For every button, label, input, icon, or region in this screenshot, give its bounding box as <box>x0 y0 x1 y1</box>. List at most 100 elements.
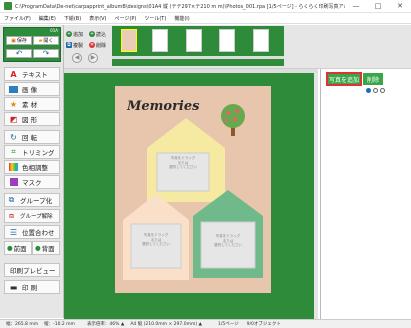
redo-button[interactable]: ↷ <box>33 49 59 58</box>
menu-function[interactable]: 機能(I) <box>170 15 193 22</box>
printer-icon: ▬ <box>9 282 18 292</box>
print-preview-button[interactable]: 印刷プレビュー <box>4 263 60 277</box>
arrow-right-icon: ▶ <box>90 54 96 61</box>
copy-page-label: 複製 <box>73 42 84 49</box>
front-label: 前面 <box>13 245 27 253</box>
text-tool-label: テキスト <box>22 71 48 79</box>
copy-page-button[interactable]: ⧉ 複製 <box>66 41 83 49</box>
status-width: 幅：265.8 mm <box>6 322 39 327</box>
print-label: 印 刷 <box>22 284 38 292</box>
copy-icon: ⧉ <box>66 42 72 48</box>
next-page-button[interactable]: ▶ <box>88 53 98 63</box>
mask-tool-label: マスク <box>22 179 42 187</box>
page-thumbnail[interactable] <box>253 29 269 52</box>
placeholder-line: 選択してください <box>142 242 170 246</box>
undo-button[interactable]: ↶ <box>6 49 32 58</box>
view-options <box>366 88 385 93</box>
text-tool-button[interactable]: A テキスト <box>4 67 60 81</box>
radio-option[interactable] <box>380 88 385 93</box>
print-preview-label: 印刷プレビュー <box>10 267 56 275</box>
page-thumbnail[interactable] <box>121 29 137 52</box>
open-button[interactable]: ▰ 開く <box>33 36 59 45</box>
page-thumbnail[interactable] <box>152 29 168 52</box>
radio-option[interactable] <box>366 88 371 93</box>
color-adjust-button[interactable]: 色相調整 <box>4 160 60 174</box>
delete-icon: ✕ <box>89 42 95 48</box>
material-tool-button[interactable]: ★ 素 材 <box>4 97 60 111</box>
align-button[interactable]: ☰ 位置合わせ <box>4 225 60 239</box>
status-objects: 9/0オブジェクト <box>246 322 281 327</box>
text-icon: A <box>10 69 17 79</box>
menu-file[interactable]: ファイル(F) <box>0 15 35 22</box>
delete-page-label: 削除 <box>96 42 107 49</box>
trim-tool-button[interactable]: ⌗ トリミング <box>4 145 60 159</box>
status-page: 1/5ページ <box>217 322 239 327</box>
minimize-button[interactable]: — <box>345 2 367 10</box>
image-tool-label: 画 像 <box>22 86 38 94</box>
prev-page-button[interactable]: ◀ <box>72 53 82 63</box>
send-back-button[interactable]: ● 背面 <box>32 241 60 255</box>
group-label: グループ化 <box>20 197 53 205</box>
page-thumbnail-strip <box>112 26 284 66</box>
back-icon: ● <box>35 244 41 252</box>
add-page-button[interactable]: + 追加 <box>66 30 83 38</box>
folder-icon: ▰ <box>38 37 43 44</box>
status-paper[interactable]: A4 縦 (210.0mm × 297.0mm) ▲ <box>130 321 202 327</box>
window-title: C:\ProgramData\De-net\carpapprint_albumB… <box>15 3 345 10</box>
save-icon: ▣ <box>11 37 16 44</box>
back-label: 背面 <box>41 245 55 253</box>
color-icon <box>9 163 18 172</box>
status-bar: 幅：265.8 mm 縦：-10.2 mm 表示倍率：46% ▲ A4 縦 (2… <box>0 319 411 328</box>
menu-view[interactable]: 表示(V) <box>85 15 110 22</box>
mask-icon <box>9 178 18 187</box>
ungroup-button[interactable]: ⧈ グループ解除 <box>4 209 60 223</box>
ungroup-label: グループ解除 <box>20 214 53 220</box>
save-label: 保存 <box>16 38 27 44</box>
mask-tool-button[interactable]: マスク <box>4 175 60 189</box>
thumbnail-scrollbar[interactable] <box>112 56 284 59</box>
radio-option[interactable] <box>373 88 378 93</box>
add-photo-button[interactable]: 写真を追加 <box>326 72 362 86</box>
horizontal-ruler <box>64 69 318 73</box>
delete-photo-button[interactable]: 削除 <box>363 73 383 85</box>
shape-tool-button[interactable]: ◩ 図 形 <box>4 112 60 126</box>
page-title[interactable]: Memories <box>127 99 199 114</box>
arrow-left-icon: ◀ <box>74 54 80 61</box>
photo-placeholder-2[interactable]: 写真をドラッグ または 選択してください <box>131 233 181 247</box>
front-icon: ● <box>7 244 13 252</box>
vertical-scrollbar[interactable] <box>314 73 318 319</box>
image-icon <box>9 85 18 94</box>
close-button[interactable]: ✕ <box>389 2 411 10</box>
print-button[interactable]: ▬ 印 刷 <box>4 280 60 294</box>
page-thumbnail[interactable] <box>186 29 202 52</box>
material-tool-label: 素 材 <box>22 101 38 109</box>
load-page-button[interactable]: + 読込 <box>89 30 106 38</box>
menu-tools[interactable]: ツール(T) <box>140 15 170 22</box>
quick-tab-number: 01A <box>50 28 58 33</box>
app-icon <box>4 2 12 10</box>
plus-icon: + <box>66 31 72 37</box>
save-button[interactable]: ▣ 保存 <box>6 36 32 45</box>
maximize-button[interactable]: □ <box>367 2 389 10</box>
add-page-label: 追加 <box>73 31 84 38</box>
group-button[interactable]: ⧉ グループ化 <box>4 193 60 207</box>
page-thumbnail[interactable] <box>219 29 235 52</box>
load-page-label: 読込 <box>96 31 107 38</box>
rotate-tool-button[interactable]: ↻ 回 転 <box>4 130 60 144</box>
menu-page[interactable]: ページ(P) <box>111 15 141 22</box>
photo-placeholder-3[interactable]: 写真をドラッグ または 選択してください <box>201 234 255 248</box>
placeholder-line: 選択してください <box>214 243 242 247</box>
photo-placeholder-1[interactable]: 写真をドラッグ または 選択してください <box>157 156 209 170</box>
ungroup-icon: ⧈ <box>8 211 15 220</box>
menu-background[interactable]: 下絵(B) <box>60 15 85 22</box>
image-tool-button[interactable]: 画 像 <box>4 82 60 96</box>
status-zoom[interactable]: 表示倍率：46% ▲ <box>87 321 124 327</box>
photo-panel <box>320 69 411 320</box>
menu-edit[interactable]: 編集(E) <box>35 15 60 22</box>
align-label: 位置合わせ <box>22 229 55 237</box>
album-page[interactable]: Memories 写真をドラッグ または 選択してください 写真をドラッグ また… <box>115 86 271 293</box>
bring-front-button[interactable]: ● 前面 <box>4 241 32 255</box>
title-bar: C:\ProgramData\De-net\carpapprint_albumB… <box>0 0 411 13</box>
status-height: 縦：-10.2 mm <box>44 322 75 327</box>
delete-page-button[interactable]: ✕ 削除 <box>89 41 106 49</box>
